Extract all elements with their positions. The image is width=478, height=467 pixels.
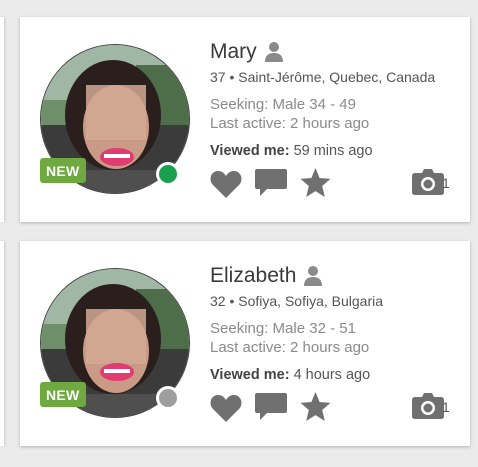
photo-count: 1	[442, 175, 450, 191]
online-status-dot	[156, 162, 180, 186]
last-active-text: Last active: 2 hours ago	[210, 339, 370, 356]
viewed-me-label: Viewed me:	[210, 143, 290, 159]
photo-count: 1	[442, 399, 450, 415]
adjacent-card-edge	[0, 17, 4, 222]
profile-name[interactable]: Mary	[210, 40, 257, 64]
search-results: NEW Mary 37 • Saint-Jérôme, Quebec, Cana…	[0, 0, 478, 467]
profile-card[interactable]: NEW Elizabeth 32 • Sofiya, Sofiya, Bulga…	[20, 241, 470, 446]
profile-name[interactable]: Elizabeth	[210, 264, 296, 288]
camera-icon[interactable]	[412, 169, 444, 195]
adjacent-card-edge	[0, 241, 4, 446]
viewed-me-value: 4 hours ago	[293, 367, 371, 383]
action-bar: 1	[210, 391, 460, 423]
new-badge: NEW	[40, 382, 86, 407]
viewed-me-text: Viewed me: 4 hours ago	[210, 367, 460, 383]
seeking-text: Seeking: Male 34 - 49	[210, 96, 356, 113]
age-location: 37 • Saint-Jérôme, Quebec, Canada	[210, 69, 436, 85]
heart-icon[interactable]	[210, 170, 242, 198]
offline-status-dot	[156, 386, 180, 410]
viewed-me-text: Viewed me: 59 mins ago	[210, 143, 460, 159]
chat-icon[interactable]	[255, 169, 287, 197]
chat-icon[interactable]	[255, 393, 287, 421]
user-icon	[264, 42, 283, 62]
seeking-text: Seeking: Male 32 - 51	[210, 320, 356, 337]
user-icon	[304, 266, 323, 286]
profile-photo-container[interactable]: NEW	[40, 268, 190, 418]
viewed-me-value: 59 mins ago	[293, 143, 373, 159]
viewed-me-label: Viewed me:	[210, 367, 290, 383]
star-icon[interactable]	[300, 392, 331, 422]
profile-photo-container[interactable]: NEW	[40, 44, 190, 194]
new-badge: NEW	[40, 158, 86, 183]
last-active-text: Last active: 2 hours ago	[210, 115, 370, 132]
action-bar: 1	[210, 167, 460, 199]
profile-card[interactable]: NEW Mary 37 • Saint-Jérôme, Quebec, Cana…	[20, 17, 470, 222]
star-icon[interactable]	[300, 168, 331, 198]
camera-icon[interactable]	[412, 393, 444, 419]
heart-icon[interactable]	[210, 394, 242, 422]
age-location: 32 • Sofiya, Sofiya, Bulgaria	[210, 293, 383, 309]
